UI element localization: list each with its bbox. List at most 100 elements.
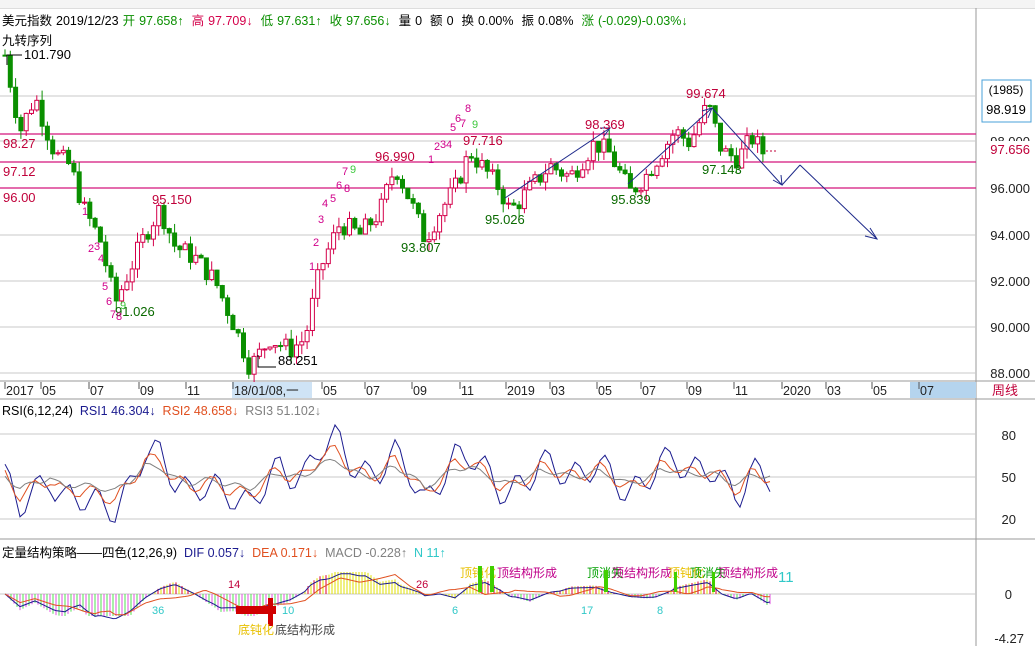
nine-turn-number: 1 [309,261,315,273]
candle [34,95,40,112]
xaxis-label-12: 05 [598,384,612,398]
rsi-tick-80: 80 [1002,428,1016,443]
xaxis-label-4: 11 [187,384,200,398]
candle [755,129,761,153]
candle [156,202,162,236]
nine-turn-number: 4 [446,139,452,151]
candle [569,165,575,175]
candle [299,331,305,355]
period-label[interactable]: 周线 [992,383,1018,398]
macd-tick-min: -4.27 [994,631,1024,646]
xaxis-label-13: 07 [642,384,656,398]
rsi-title: RSI(6,12,24) [2,404,73,418]
nine-turn-number: 3 [94,241,100,253]
candle [612,145,617,168]
candle [92,216,98,230]
nine-turn-number: 1 [428,154,434,166]
macd-count-4: 26 [416,579,428,591]
candle [145,231,151,243]
candle [225,294,231,324]
last-price-label: 97.656 [990,142,1030,157]
macd-top-struct-1: 顶结构形成 [497,565,557,580]
nine-turn-number: 2 [313,237,319,249]
candle [325,242,331,268]
yaxis-tick-96: 96.000 [990,181,1030,196]
candle [235,328,241,338]
macd-top-struct-2: 顶结构形成 [612,565,672,580]
candle [484,159,490,179]
candle [744,127,750,159]
candle [315,263,321,307]
candle [331,224,337,255]
annot-high-101790: 101.790 [24,47,71,62]
candle [357,224,363,235]
candle [590,131,596,170]
candle [283,333,289,351]
macd-lines [4,573,771,620]
left-level-3: 96.00 [3,190,36,205]
candle [182,241,188,251]
candle [649,170,655,177]
dea-line [4,573,771,616]
candle [622,163,628,176]
macd-count-5: 6 [452,605,458,617]
macd-count-2: 14 [228,579,240,591]
dea-label: DEA 0.171↓ [252,546,319,560]
candle [574,165,580,182]
xaxis-label-19: 07 [920,384,934,398]
candle [378,193,384,226]
rsi3-label: RSI3 51.102↓ [245,404,322,418]
candle [400,175,405,194]
rsi-header: RSI(6,12,24) RSI1 46.304↓ RSI2 48.658↓ R… [2,404,321,418]
candle [193,246,199,265]
candle [702,98,708,125]
candle [606,129,612,153]
rsi-tick-50: 50 [1002,470,1016,485]
candle [468,153,474,162]
xaxis-label-5: 18/01/08,一 [234,384,299,398]
nine-turn-number: 7 [460,118,466,130]
nine-turn-number: 8 [116,311,122,323]
candle [585,157,591,175]
macd-count-6: 17 [581,605,593,617]
candle [463,150,469,193]
candle [511,199,517,206]
candle [394,175,400,185]
candle [580,163,586,179]
candle [172,223,178,253]
xaxis-label-11: 03 [551,384,565,398]
nine-turn-number: 6 [336,180,342,192]
candle [760,132,766,163]
nine-turn-number: 6 [106,296,112,308]
crosshair-count: (1985) [989,83,1024,97]
yaxis-tick-92: 92.000 [990,274,1030,289]
candle [135,232,140,278]
candle [87,197,93,227]
rsi2-label: RSI2 48.658↓ [162,404,239,418]
candle [230,313,236,331]
annot-peak-99674: 99.674 [686,86,726,101]
candle [421,209,427,243]
macd-bottom-struct: 底结构形成 [275,622,335,637]
candle [188,236,193,270]
candle [506,197,511,210]
xaxis-label-7: 07 [366,384,380,398]
candle [309,288,315,337]
candle [437,213,443,240]
crosshair-price: 98.919 [986,102,1026,117]
annot-peak-95150: 95.150 [152,192,192,207]
candle [7,50,13,93]
candlestick-series [2,49,766,384]
macd-header: 定量结构策略——四色(12,26,9) DIF 0.057↓ DEA 0.171… [2,542,446,561]
nine-turn-number: 8 [344,183,350,195]
candle [13,78,19,124]
yaxis-tick-94: 94.000 [990,228,1030,243]
candle [82,197,87,205]
candle [384,182,390,203]
nine-turn-number: 3 [318,214,324,226]
candle [2,49,8,57]
candle [124,274,130,292]
candle [447,178,453,209]
candle [564,171,570,183]
nine-turn-number: 7 [342,166,348,178]
